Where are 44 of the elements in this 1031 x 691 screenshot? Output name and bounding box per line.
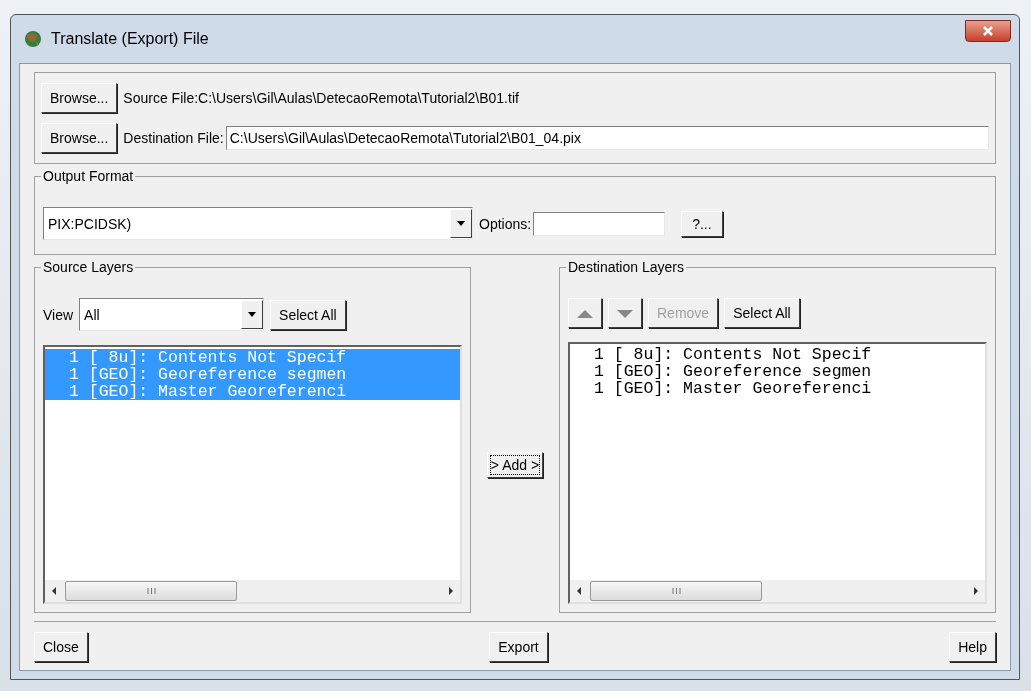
destination-file-label: Destination File: — [123, 130, 224, 146]
source-file-label: Source File:C:\Users\Gil\Aulas\DetecaoRemota\Tutorial2\B01.tif — [123, 90, 519, 106]
globe-icon — [23, 29, 43, 49]
horizontal-scrollbar[interactable] — [570, 580, 985, 602]
layer-list[interactable]: 1 [ 8u]: Contents Not Specif 1 [GEO]: Georeference segmen 1 [GEO]: Master Georeferenci — [568, 342, 987, 604]
destination-file-field[interactable]: C:\Users\Gil\Aulas\DetecaoRemota\Tutorial2\B01_04.pix — [225, 126, 989, 150]
group-title: Source Layers — [41, 259, 136, 275]
group-title: Destination Layers — [566, 259, 686, 275]
scroll-right-icon[interactable] — [448, 587, 454, 595]
horizontal-scrollbar[interactable] — [45, 580, 460, 602]
layer-item[interactable]: 1 [ 8u]: Contents Not Specif — [570, 346, 985, 363]
scroll-left-icon[interactable] — [576, 587, 582, 595]
export-button[interactable]: Export — [489, 632, 548, 662]
help-button[interactable]: Help — [949, 632, 996, 662]
close-dialog-button[interactable]: Close — [34, 632, 88, 662]
view-dropdown[interactable]: All — [79, 298, 265, 331]
move-down-button[interactable] — [608, 298, 642, 328]
move-up-button[interactable] — [568, 298, 602, 328]
window-title: Translate (Export) File — [51, 30, 209, 48]
add-button[interactable]: > Add > — [486, 452, 544, 478]
close-icon — [982, 25, 994, 37]
browse-button[interactable]: Browse... — [41, 83, 118, 113]
options-label: Options: — [479, 215, 532, 232]
select-all-button[interactable]: Select All — [724, 298, 800, 328]
scroll-left-icon[interactable] — [51, 587, 57, 595]
help-options-button[interactable]: ?... — [681, 210, 723, 237]
browse-button[interactable]: Browse... — [41, 123, 118, 153]
layer-item[interactable]: 1 [GEO]: Georeference segmen — [570, 363, 985, 380]
view-label: View — [43, 306, 74, 323]
scroll-right-icon[interactable] — [973, 587, 979, 595]
grip-icon — [146, 587, 156, 595]
scrollbar-thumb[interactable] — [590, 581, 762, 601]
scrollbar-thumb[interactable] — [65, 581, 237, 601]
layer-item[interactable]: 1 [GEO]: Master Georeferenci — [570, 380, 985, 397]
dropdown-arrow-icon — [457, 221, 465, 226]
group-title: Output Format — [41, 168, 136, 184]
select-all-button[interactable]: Select All — [270, 299, 346, 330]
format-dropdown[interactable]: PIX:PCIDSK) — [43, 207, 473, 240]
grip-icon — [671, 587, 681, 595]
down-arrow-icon — [617, 310, 633, 318]
up-arrow-icon — [577, 310, 593, 318]
dropdown-arrow-icon — [248, 312, 257, 317]
close-button[interactable] — [965, 20, 1011, 42]
options-field[interactable] — [533, 211, 666, 236]
